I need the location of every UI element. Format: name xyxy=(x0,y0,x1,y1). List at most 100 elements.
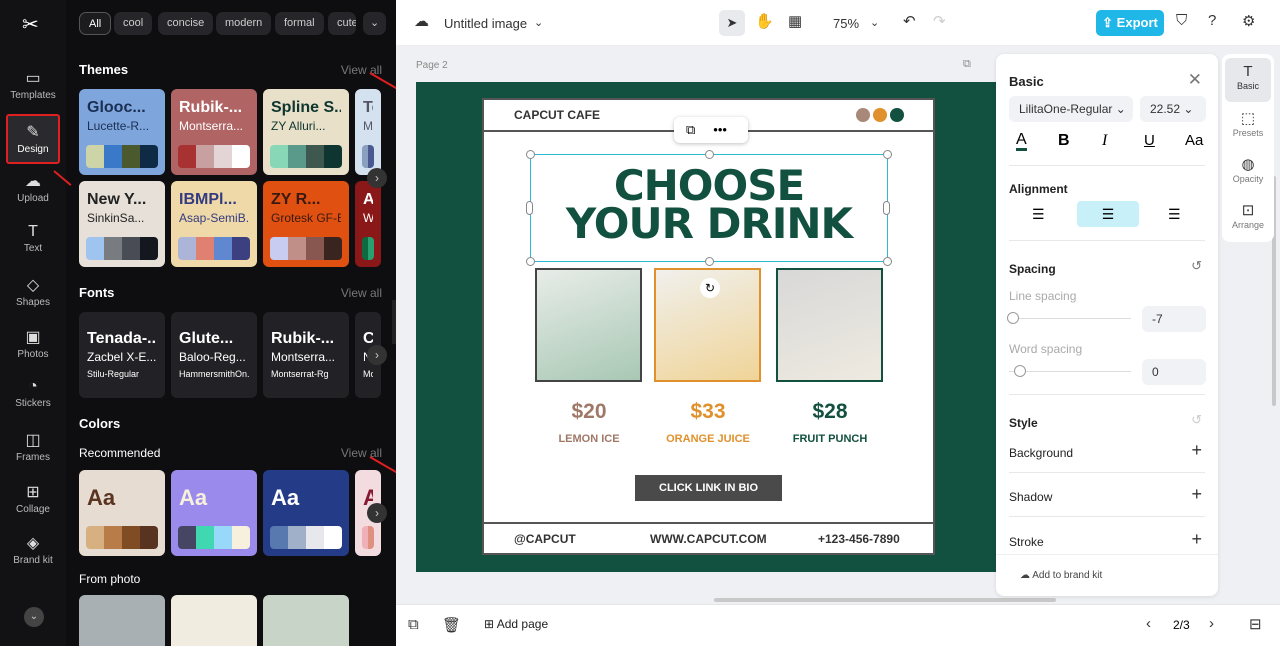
select-tool-icon[interactable]: ➤ xyxy=(719,10,745,36)
color-palette-card[interactable]: Aa xyxy=(171,470,257,556)
align-center-icon[interactable]: ☰ xyxy=(1077,201,1139,227)
footer-handle[interactable]: @CAPCUT xyxy=(514,532,576,546)
resize-handle[interactable] xyxy=(883,201,890,215)
tab-opacity[interactable]: ◍ Opacity xyxy=(1225,150,1271,194)
filter-chip-cool[interactable]: cool xyxy=(114,12,153,35)
word-spacing-input[interactable]: 0 xyxy=(1142,359,1206,385)
theme-card[interactable]: Anto... Wix... xyxy=(355,181,381,267)
theme-card[interactable]: ZY R... Grotesk GF-B... xyxy=(263,181,349,267)
align-left-icon[interactable]: ☰ xyxy=(1032,206,1045,223)
add-page-button[interactable]: ⊞ Add page xyxy=(484,617,548,631)
theme-card[interactable]: New Y... SinkinSa... xyxy=(79,181,165,267)
rail-item-collage[interactable]: ⊞ Collage xyxy=(6,476,60,526)
theme-card[interactable]: Rubik-... Montserra... xyxy=(171,89,257,175)
document-title[interactable]: Untitled image xyxy=(444,16,527,31)
rail-item-upload[interactable]: ☁ Upload xyxy=(6,165,60,215)
theme-card[interactable]: Glooc... Lucette-R... xyxy=(79,89,165,175)
fruit-punch-photo[interactable] xyxy=(776,268,883,382)
footer-phone[interactable]: +123-456-7890 xyxy=(818,532,900,546)
text-color-icon[interactable]: A xyxy=(1016,132,1027,151)
fonts-next-button[interactable]: › xyxy=(367,345,387,365)
filter-chip-concise[interactable]: concise xyxy=(158,12,214,35)
rail-item-photos[interactable]: ▣ Photos xyxy=(6,321,60,371)
font-size-select[interactable]: 22.52 ⌄ xyxy=(1140,96,1206,122)
item-name[interactable]: FRUIT PUNCH xyxy=(770,433,890,445)
line-spacing-input[interactable]: -7 xyxy=(1142,306,1206,332)
tab-basic[interactable]: T Basic xyxy=(1225,58,1271,102)
rail-item-shapes[interactable]: ◇ Shapes xyxy=(6,269,60,319)
copy-icon[interactable]: ⧉ xyxy=(686,122,695,137)
horizontal-scrollbar[interactable] xyxy=(714,598,1056,602)
undo-icon[interactable]: ↶ xyxy=(903,12,916,30)
capcut-logo[interactable]: ✂ xyxy=(22,12,39,37)
more-icon[interactable]: ••• xyxy=(713,122,727,137)
line-spacing-handle[interactable] xyxy=(1007,312,1019,324)
bold-icon[interactable]: B xyxy=(1058,132,1070,150)
trash-icon[interactable]: 🗑 xyxy=(442,616,461,634)
next-page-icon[interactable]: › xyxy=(1209,615,1214,632)
underline-icon[interactable]: U xyxy=(1144,132,1155,149)
theme-card[interactable]: Te... Mon... xyxy=(355,89,381,175)
item-name[interactable]: LEMON ICE xyxy=(529,433,649,445)
filter-chip-cute[interactable]: cute xyxy=(328,12,356,35)
case-icon[interactable]: Aa xyxy=(1185,132,1203,149)
resize-handle[interactable] xyxy=(883,150,892,159)
headline-text-box[interactable]: CHOOSE YOUR DRINK xyxy=(526,150,892,266)
colors-next-button[interactable]: › xyxy=(367,503,387,523)
help-icon[interactable]: ? xyxy=(1208,12,1216,29)
line-spacing-slider[interactable] xyxy=(1009,318,1131,319)
resize-handle[interactable] xyxy=(526,257,535,266)
color-palette-card[interactable]: Aa xyxy=(263,470,349,556)
item-price[interactable]: $33 xyxy=(648,400,768,424)
word-spacing-slider[interactable] xyxy=(1009,371,1131,372)
prev-page-icon[interactable]: ‹ xyxy=(1146,615,1151,632)
tab-arrange[interactable]: ⊡ Arrange xyxy=(1225,196,1271,240)
rail-item-brand-kit[interactable]: ◈ Brand kit xyxy=(6,527,60,577)
item-price[interactable]: $20 xyxy=(529,400,649,424)
tab-presets[interactable]: ⬚ Presets xyxy=(1225,104,1271,148)
title-chevron-icon[interactable]: ⌄ xyxy=(534,16,543,29)
color-palette-card[interactable]: Aa xyxy=(79,470,165,556)
rotate-handle-icon[interactable]: ↻ xyxy=(700,278,720,298)
shield-icon[interactable]: ⛉ xyxy=(1176,12,1187,29)
item-price[interactable]: $28 xyxy=(770,400,890,424)
redo-icon[interactable]: ↷ xyxy=(933,12,946,30)
rail-item-frames[interactable]: ◫ Frames xyxy=(6,424,60,474)
reset-style-icon[interactable]: ↺ xyxy=(1191,412,1202,428)
collapse-button[interactable]: ⌄ xyxy=(24,607,44,627)
resize-handle[interactable] xyxy=(705,150,714,159)
chips-more-button[interactable]: ⌄ xyxy=(363,12,387,35)
export-button[interactable]: ⇪ Export xyxy=(1096,10,1164,36)
close-icon[interactable]: ✕ xyxy=(1188,70,1202,90)
font-card[interactable]: Glute... Baloo-Reg... HammersmithOn... xyxy=(171,312,257,398)
themes-next-button[interactable]: › xyxy=(367,168,387,188)
resize-handle[interactable] xyxy=(526,201,533,215)
filter-chip-modern[interactable]: modern xyxy=(216,12,272,35)
zoom-chevron-icon[interactable]: ⌄ xyxy=(870,16,879,29)
word-spacing-handle[interactable] xyxy=(1014,365,1026,377)
photo-palette-card[interactable] xyxy=(263,595,349,646)
photo-palette-card[interactable] xyxy=(171,595,257,646)
lemon-ice-photo[interactable] xyxy=(535,268,642,382)
add-background-icon[interactable]: + xyxy=(1191,440,1202,461)
layers-icon[interactable]: ⊟ xyxy=(1249,615,1262,633)
design-page[interactable]: CAPCUT CAFE ⧉ ••• CHOOSE YOUR DRINK ↻ $20… xyxy=(416,82,996,572)
theme-card[interactable]: IBMPl... Asap-SemiB... xyxy=(171,181,257,267)
filter-chip-All[interactable]: All xyxy=(79,12,112,35)
cloud-icon[interactable]: ☁ xyxy=(414,12,429,30)
duplicate-page-icon[interactable]: ⧉ xyxy=(963,58,971,71)
cta-button[interactable]: CLICK LINK IN BIO xyxy=(635,475,782,501)
resize-handle[interactable] xyxy=(883,257,892,266)
rail-item-templates[interactable]: ▭ Templates xyxy=(6,62,60,112)
rail-item-stickers[interactable]: ◔ Stickers xyxy=(6,372,60,422)
photo-palette-card[interactable] xyxy=(79,595,165,646)
resize-handle[interactable] xyxy=(526,150,535,159)
font-card[interactable]: Rubik-... Montserra... Montserrat-Rg xyxy=(263,312,349,398)
filter-chip-formal[interactable]: formal xyxy=(275,12,324,35)
font-family-select[interactable]: LilitaOne-Regular ⌄ xyxy=(1009,96,1133,122)
reset-spacing-icon[interactable]: ↺ xyxy=(1191,258,1202,274)
layout-icon[interactable]: ▦ xyxy=(788,12,802,30)
rail-item-text[interactable]: T Text xyxy=(6,217,60,267)
hand-tool-icon[interactable]: ✋ xyxy=(755,12,774,30)
duplicate-icon[interactable]: ⧉ xyxy=(408,616,419,633)
